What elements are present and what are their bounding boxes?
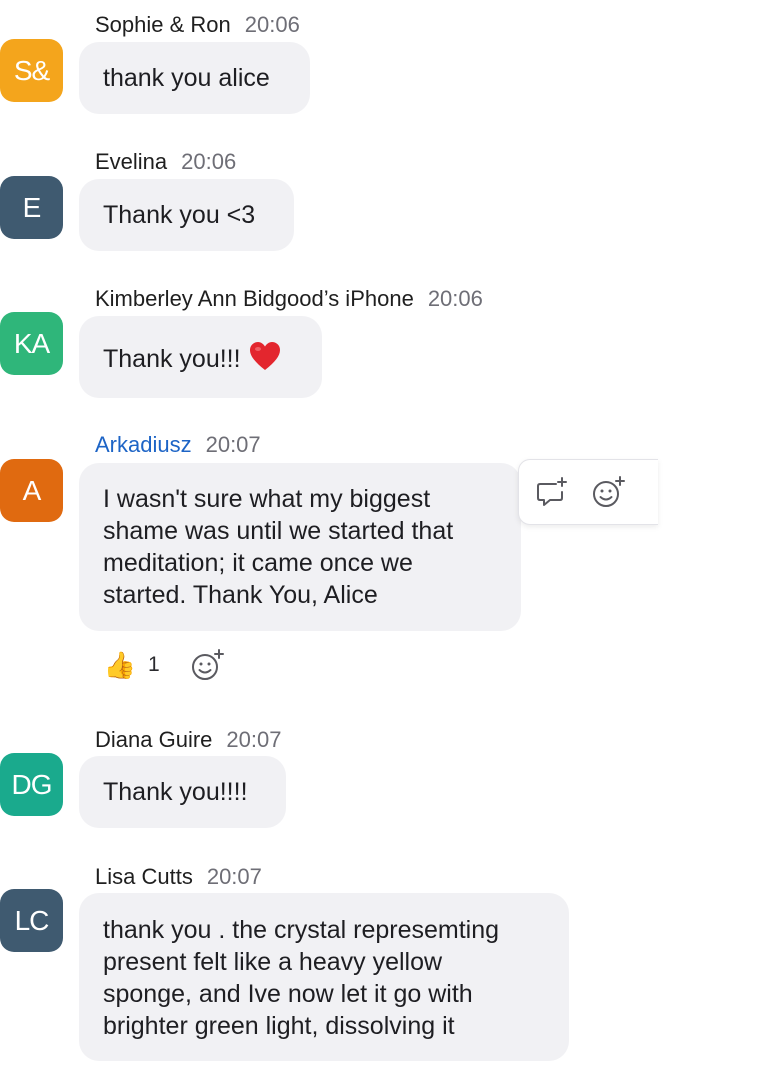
thumbs-up-icon: 👍 [103, 650, 137, 680]
sender-name[interactable]: Lisa Cutts [95, 864, 193, 889]
message-bubble[interactable]: thank you alice [79, 42, 310, 114]
message-header: Arkadiusz 20:07 [95, 432, 261, 458]
avatar[interactable]: LC [0, 889, 63, 952]
add-reaction-icon [593, 476, 625, 507]
reaction-count: 1 [148, 653, 160, 676]
right-blank-area [642, 0, 773, 1080]
message-text: Thank you <3 [103, 201, 256, 229]
message-bubble[interactable]: Thank you!!! [79, 316, 322, 398]
message-text-line: meditation; it came once we [103, 549, 413, 577]
message-text-line: started. Thank You, Alice [103, 581, 378, 609]
message-header: Sophie & Ron 20:06 [95, 12, 300, 38]
timestamp: 20:06 [244, 12, 300, 37]
message-text: Thank you!!!! [103, 778, 248, 806]
timestamp: 20:06 [181, 149, 237, 174]
message-text-line: I wasn't sure what my biggest [103, 485, 431, 513]
avatar[interactable]: E [0, 176, 63, 239]
timestamp: 20:07 [226, 727, 282, 752]
timestamp: 20:07 [205, 432, 261, 457]
avatar-initials: LC [14, 904, 50, 936]
add-reaction-button[interactable] [591, 474, 627, 510]
sender-name[interactable]: Diana Guire [95, 727, 212, 752]
sender-name[interactable]: Sophie & Ron [95, 12, 231, 37]
avatar-initials: S& [13, 54, 50, 86]
add-reaction-icon [191, 649, 224, 680]
message-bubble[interactable]: I wasn't sure what my biggest shame was … [79, 463, 521, 631]
reactions-row: 👍 1 [104, 647, 226, 683]
message-text-line: Thank you!!! [103, 341, 298, 375]
message-text-line: sponge, and Ive now let it go with [103, 980, 473, 1008]
message-header: Evelina 20:06 [95, 149, 236, 175]
message-header: Kimberley Ann Bidgood’s iPhone 20:06 [95, 286, 483, 312]
add-reaction-button[interactable] [190, 647, 226, 683]
timestamp: 20:07 [206, 864, 262, 889]
message-bubble[interactable]: Thank you!!!! [79, 756, 286, 828]
message-text: thank you alice [103, 64, 270, 92]
heart-emoji-icon [249, 342, 280, 370]
message-text-line: shame was until we started that [103, 517, 454, 545]
avatar-initials: E [22, 191, 42, 223]
sender-name[interactable]: Kimberley Ann Bidgood’s iPhone [95, 286, 414, 311]
message-text: Thank you!!! [103, 345, 241, 373]
avatar[interactable]: KA [0, 312, 63, 375]
reply-in-thread-button[interactable] [535, 474, 571, 510]
message-bubble[interactable]: Thank you <3 [79, 179, 294, 251]
message-text-line: present felt like a heavy yellow [103, 948, 443, 976]
avatar-initials: A [22, 474, 42, 506]
avatar[interactable]: A [0, 459, 63, 522]
message-header: Diana Guire 20:07 [95, 727, 281, 753]
avatar[interactable]: DG [0, 753, 63, 816]
sender-name[interactable]: Arkadiusz [95, 432, 192, 457]
avatar-initials: DG [11, 768, 53, 800]
message-header: Lisa Cutts 20:07 [95, 864, 262, 890]
timestamp: 20:06 [427, 286, 483, 311]
avatar-initials: KA [13, 327, 50, 359]
avatar[interactable]: S& [0, 39, 63, 102]
reaction-thumbs-up[interactable]: 👍 1 [104, 649, 160, 681]
message-text-line: brighter green light, dissolving it [103, 1012, 455, 1040]
message-hover-toolbar [518, 459, 658, 525]
message-bubble[interactable]: thank you . the crystal represemting pre… [79, 893, 569, 1061]
sender-name[interactable]: Evelina [95, 149, 167, 174]
reply-in-thread-icon [537, 477, 567, 506]
message-text-line: thank you . the crystal represemting [103, 916, 500, 944]
